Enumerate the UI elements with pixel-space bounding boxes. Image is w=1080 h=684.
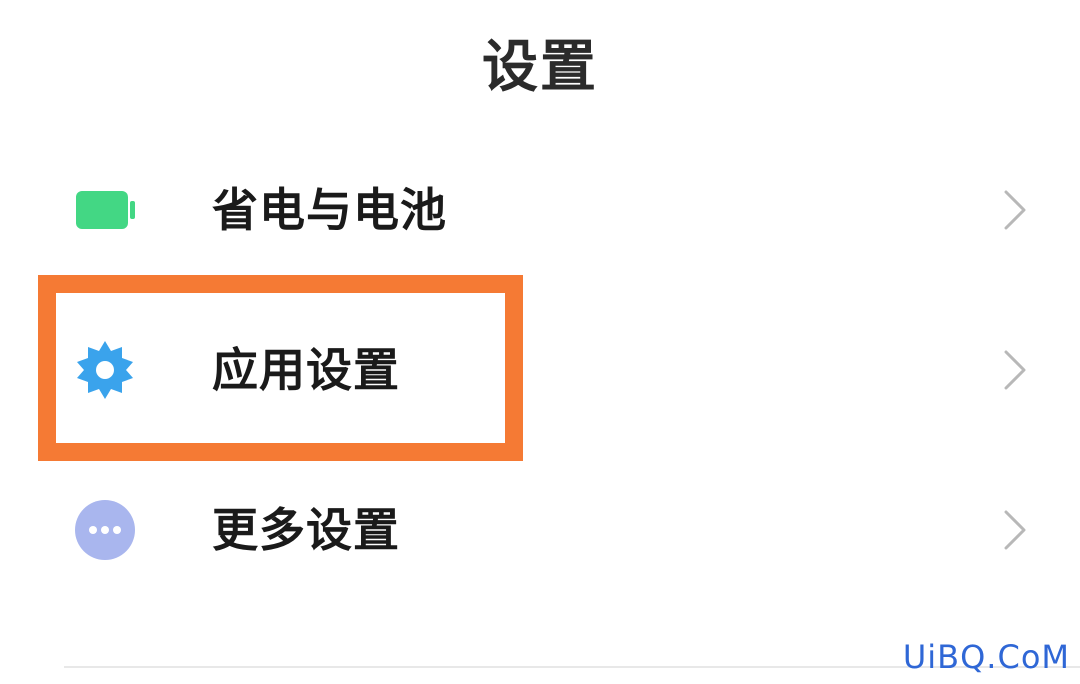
chevron-right-icon [998,508,1030,552]
settings-item-label: 省电与电池 [212,183,447,237]
more-dots-icon [74,499,136,561]
battery-icon [74,179,136,241]
settings-item-more-settings[interactable]: 更多设置 [0,450,1080,610]
chevron-right-icon [998,188,1030,232]
settings-item-label: 应用设置 [212,343,400,397]
page-title: 设置 [482,35,598,100]
settings-item-label: 更多设置 [212,503,400,557]
settings-item-app-settings[interactable]: 应用设置 [0,290,1080,450]
gear-icon [74,339,136,401]
chevron-right-icon [998,348,1030,392]
settings-item-battery[interactable]: 省电与电池 [0,130,1080,290]
watermark: UiBQ.CoM [902,638,1070,676]
